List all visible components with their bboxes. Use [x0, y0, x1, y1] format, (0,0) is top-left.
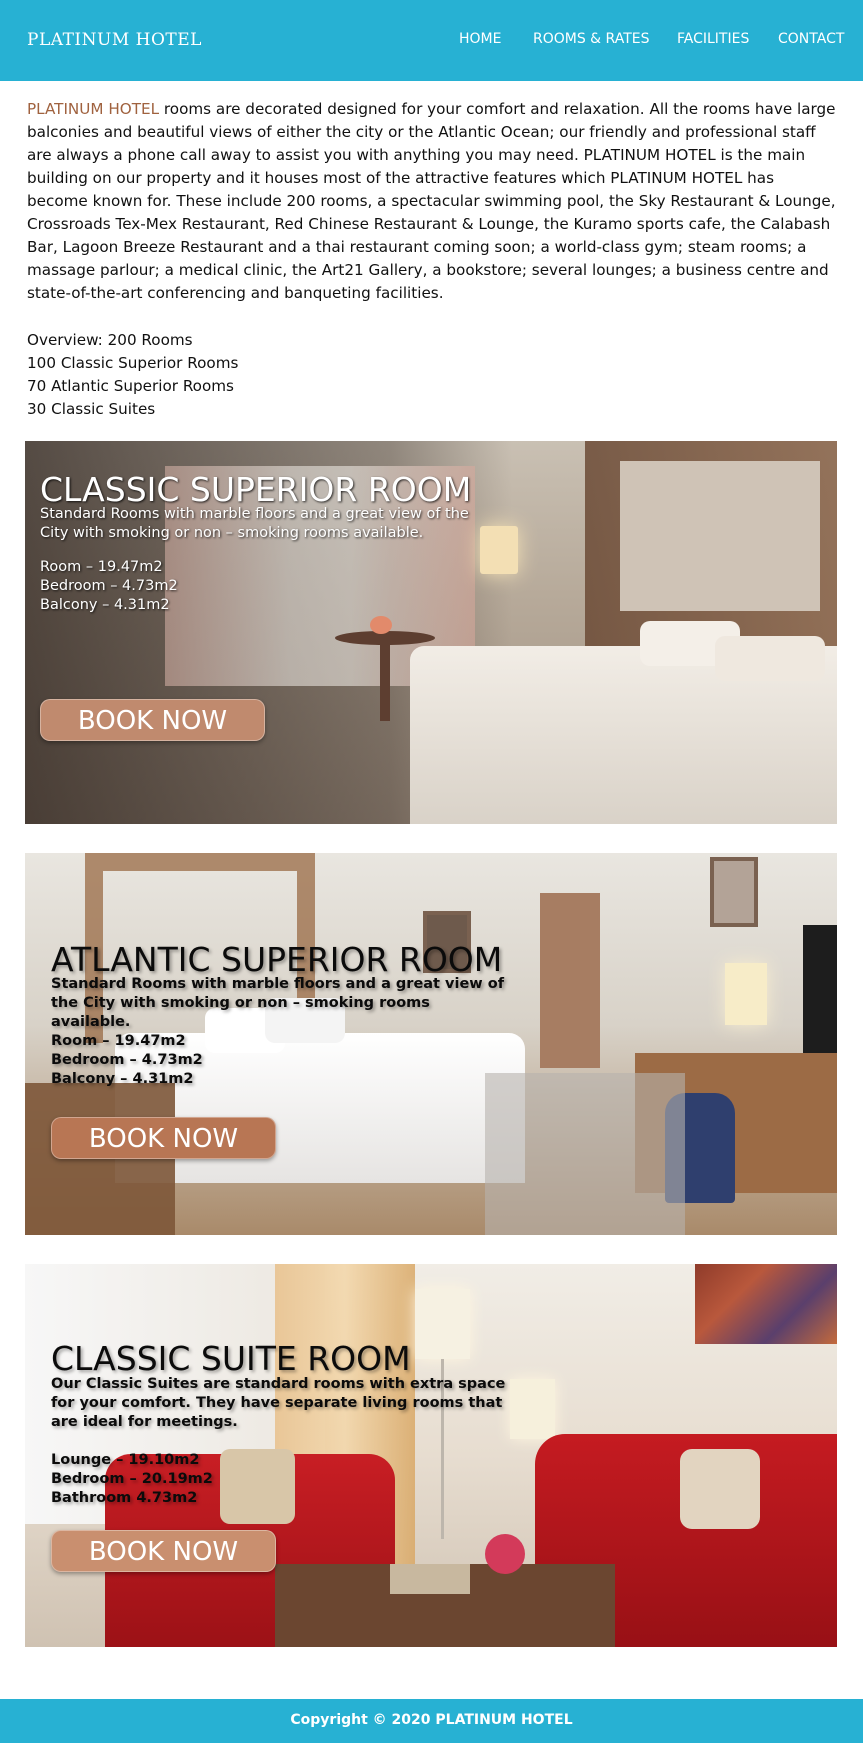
site-header: PLATINUM HOTEL HOME ROOMS & RATES FACILI…	[0, 0, 863, 81]
book-now-button[interactable]: BOOK NOW	[40, 699, 265, 741]
overview-classic-superior: 100 Classic Superior Rooms	[27, 354, 239, 372]
room-specs: Lounge – 19.10m2 Bedroom – 20.19m2 Bathr…	[51, 1451, 213, 1508]
site-footer: Copyright © 2020 PLATINUM HOTEL	[0, 1699, 863, 1743]
nav-rooms-rates[interactable]: ROOMS & RATES	[533, 31, 649, 47]
spec-room: Room – 19.47m2	[51, 1033, 186, 1049]
overview-classic-suites: 30 Classic Suites	[27, 400, 156, 418]
room-description: Standard Rooms with marble floors and a …	[40, 506, 469, 541]
spec-lounge: Lounge – 19.10m2	[51, 1452, 200, 1468]
nav-facilities[interactable]: FACILITIES	[677, 31, 749, 47]
intro-paragraph: PLATINUM HOTEL rooms are decorated desig…	[27, 98, 837, 305]
intro-text: rooms are decorated designed for your co…	[27, 100, 836, 302]
spec-bedroom: Bedroom – 4.73m2	[51, 1052, 203, 1068]
overview-total: Overview: 200 Rooms	[27, 331, 193, 349]
room-overview: Overview: 200 Rooms 100 Classic Superior…	[27, 329, 238, 421]
book-now-button[interactable]: BOOK NOW	[51, 1117, 276, 1159]
spec-room: Room – 19.47m2	[40, 559, 163, 575]
copyright-text: Copyright © 2020 PLATINUM HOTEL	[290, 1712, 573, 1728]
room-description: Standard Rooms with marble floors and a …	[51, 976, 505, 1030]
nav-home[interactable]: HOME	[459, 31, 501, 47]
room-title: CLASSIC SUPERIOR ROOM	[40, 470, 472, 509]
room-card-classic-superior: CLASSIC SUPERIOR ROOM Standard Rooms wit…	[25, 441, 837, 824]
spec-bedroom: Bedroom – 4.73m2	[40, 578, 178, 594]
room-title: CLASSIC SUITE ROOM	[51, 1339, 411, 1378]
spec-balcony: Balcony – 4.31m2	[40, 597, 170, 613]
intro-brand: PLATINUM HOTEL	[27, 100, 160, 118]
room-title: ATLANTIC SUPERIOR ROOM	[51, 940, 503, 979]
room-card-atlantic-superior: ATLANTIC SUPERIOR ROOM Standard Rooms wi…	[25, 853, 837, 1235]
spec-balcony: Balcony – 4.31m2	[51, 1071, 194, 1087]
room-card-classic-suite: CLASSIC SUITE ROOM Our Classic Suites ar…	[25, 1264, 837, 1647]
book-now-button[interactable]: BOOK NOW	[51, 1530, 276, 1572]
spec-bathroom: Bathroom 4.73m2	[51, 1490, 198, 1506]
overview-atlantic-superior: 70 Atlantic Superior Rooms	[27, 377, 234, 395]
room-specs: Room – 19.47m2 Bedroom – 4.73m2 Balcony …	[40, 558, 178, 615]
spec-bedroom: Bedroom – 20.19m2	[51, 1471, 213, 1487]
room-specs: Room – 19.47m2 Bedroom – 4.73m2 Balcony …	[51, 1032, 203, 1089]
site-logo[interactable]: PLATINUM HOTEL	[27, 30, 202, 50]
nav-contact[interactable]: CONTACT	[778, 31, 844, 47]
room-description: Our Classic Suites are standard rooms wi…	[51, 1376, 506, 1430]
